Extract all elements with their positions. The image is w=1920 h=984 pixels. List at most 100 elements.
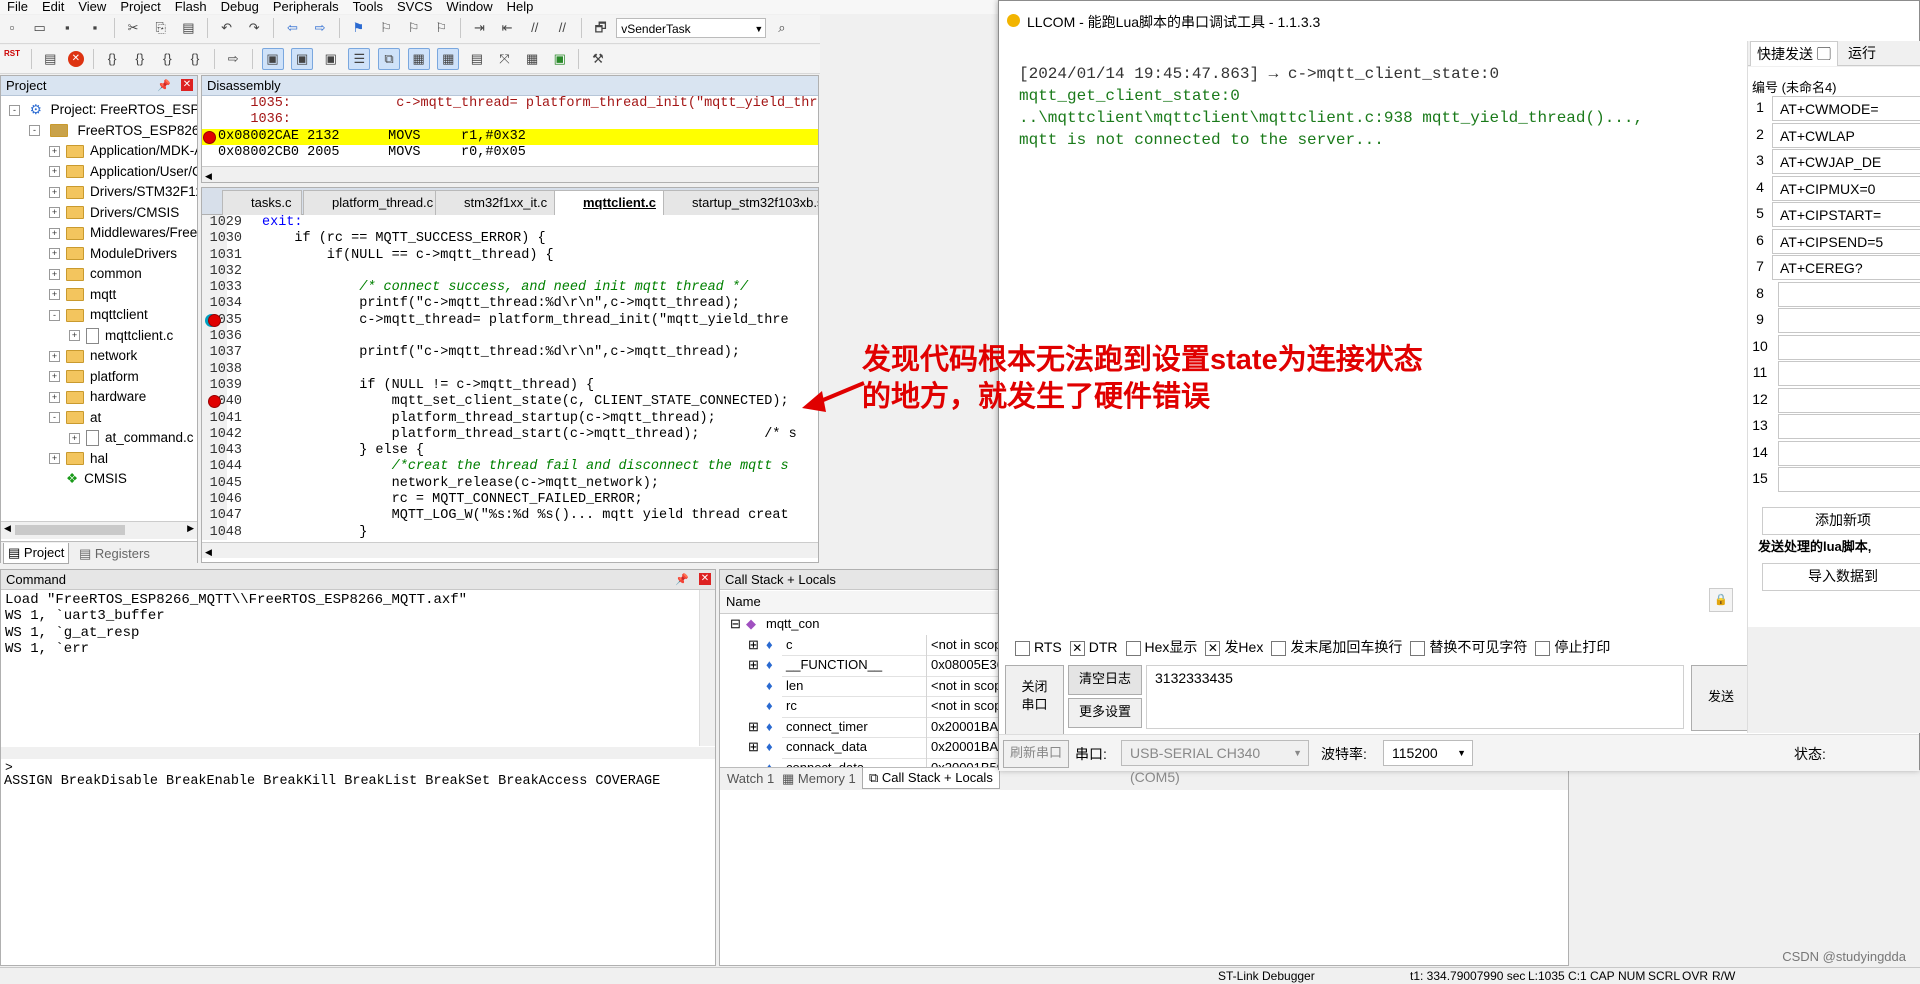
quick-send-item[interactable]: 9 xyxy=(1748,307,1920,334)
tree-item[interactable]: + hardware xyxy=(1,387,197,408)
tree-item[interactable]: + at_command.c xyxy=(1,428,197,449)
expand-icon[interactable]: ⊞ xyxy=(748,655,759,676)
tree-target[interactable]: - FreeRTOS_ESP8266_MQT xyxy=(1,121,197,142)
tree-item[interactable]: + common xyxy=(1,264,197,285)
tree-item[interactable]: + Drivers/STM32F1xx_ xyxy=(1,182,197,203)
bookmark-icon[interactable]: ⚑ xyxy=(348,18,368,38)
expand-icon[interactable]: + xyxy=(49,227,60,239)
tree-item[interactable]: + Middlewares/FreeR xyxy=(1,223,197,244)
quick-command[interactable] xyxy=(1778,334,1920,360)
tab-watch1[interactable]: Watch 1 xyxy=(727,771,774,786)
unindent-icon[interactable]: ⇤ xyxy=(497,18,517,38)
command-vscrollbar[interactable] xyxy=(699,590,715,746)
menu-svcs[interactable]: SVCS xyxy=(397,0,432,14)
nav-back-icon[interactable]: ⇦ xyxy=(283,18,303,38)
comment-icon[interactable]: // xyxy=(525,18,545,38)
command-window-icon[interactable]: ▣ xyxy=(261,48,284,70)
tab-callstack-locals[interactable]: ⧉ Call Stack + Locals xyxy=(862,768,1000,789)
run-icon[interactable]: ▤ xyxy=(40,49,60,69)
stop-icon[interactable]: ✕ xyxy=(67,51,84,67)
import-button[interactable]: 导入数据到 xyxy=(1762,563,1920,591)
project-hscrollbar[interactable]: ◀ ▶ xyxy=(1,521,197,539)
quick-command[interactable]: AT+CIPSEND=5 xyxy=(1772,228,1920,254)
quick-command[interactable]: AT+CIPSTART= xyxy=(1772,202,1920,227)
close-port-button[interactable]: 关闭 串口 xyxy=(1005,665,1064,743)
quick-send-item[interactable]: 6 AT+CIPSEND=5 xyxy=(1748,228,1920,255)
tree-item[interactable]: + ModuleDrivers xyxy=(1,244,197,265)
quick-send-item[interactable]: 1 AT+CWMODE= xyxy=(1748,95,1920,122)
tab-platform-thread-c[interactable]: platform_thread.c xyxy=(303,190,445,215)
code-line[interactable]: 1030 if (rc == MQTT_SUCCESS_ERROR) { xyxy=(202,231,818,247)
save-all-icon[interactable]: ▪ xyxy=(85,18,105,38)
expand-icon[interactable]: + xyxy=(49,145,60,157)
reset-icon[interactable]: RST xyxy=(2,49,22,69)
tab-stm32f1xx-it-c[interactable]: stm32f1xx_it.c xyxy=(435,190,559,215)
expand-icon[interactable]: + xyxy=(49,248,60,260)
code-line[interactable]: 1045 network_release(c->mqtt_network); xyxy=(202,476,818,492)
open-file-icon[interactable]: ▭ xyxy=(30,18,50,38)
disassembly-window-icon[interactable]: ▣ xyxy=(291,48,314,70)
bookmark-next-icon[interactable]: ⚐ xyxy=(404,18,424,38)
unchecked-icon[interactable] xyxy=(1410,640,1426,656)
quick-send-item[interactable]: 15 xyxy=(1748,466,1920,493)
quick-send-item[interactable]: 7 AT+CEREG? xyxy=(1748,254,1920,281)
tab-startup-stm32f103xb-s[interactable]: startup_stm32f103xb.s xyxy=(663,190,818,215)
send-button[interactable]: 发送 xyxy=(1691,665,1751,731)
code-line[interactable]: 1048 } xyxy=(202,525,818,540)
quick-send-item[interactable]: 11 xyxy=(1748,360,1920,387)
tree-item[interactable]: ❖ CMSIS xyxy=(1,469,197,490)
trace-window-icon[interactable]: ▦ xyxy=(522,49,542,69)
expand-icon[interactable]: ⊞ xyxy=(748,737,759,758)
paste-icon[interactable]: ▤ xyxy=(178,18,198,38)
expand-icon[interactable]: + xyxy=(49,186,60,198)
disassembly-line[interactable]: 0x08002CB0 2005 MOVS r0,#0x05 xyxy=(202,145,818,161)
quick-command[interactable] xyxy=(1778,281,1920,307)
tools-icon[interactable]: ⚒ xyxy=(588,49,608,69)
uncomment-icon[interactable]: // xyxy=(552,18,572,38)
unchecked-icon[interactable] xyxy=(1015,640,1030,656)
menu-edit[interactable]: Edit xyxy=(42,0,64,14)
quick-send-item[interactable]: 13 xyxy=(1748,413,1920,440)
quick-command[interactable] xyxy=(1778,414,1920,439)
expand-icon[interactable]: + xyxy=(69,432,80,444)
code-line[interactable]: 1042 platform_thread_start(c->mqtt_threa… xyxy=(202,427,818,443)
menu-tools[interactable]: Tools xyxy=(353,0,383,14)
collapse-icon[interactable]: ⊟ xyxy=(730,614,741,635)
tab-mqttclient-c[interactable]: mqttclient.c xyxy=(554,190,667,215)
option-checkbox[interactable]: 发末尾加回车换行 xyxy=(1271,639,1402,656)
current-line-breakpoint-icon[interactable] xyxy=(208,313,221,327)
quick-command[interactable]: AT+CWLAP xyxy=(1772,122,1920,148)
collapse-icon[interactable]: - xyxy=(49,309,60,321)
quick-send-item[interactable]: 3 AT+CWJAP_DE xyxy=(1748,148,1920,175)
code-line[interactable]: 1034 printf("c->mqtt_thread:%d\r\n",c->m… xyxy=(202,296,818,312)
quick-send-item[interactable]: 8 xyxy=(1748,281,1920,308)
copy-icon[interactable]: ⎘ xyxy=(151,18,171,38)
tab-run[interactable]: 运行 xyxy=(1848,43,1876,63)
code-line[interactable]: 1035 c->mqtt_thread= platform_thread_ini… xyxy=(202,313,818,329)
menu-project[interactable]: Project xyxy=(120,0,160,14)
clear-log-button[interactable]: 清空日志 xyxy=(1068,665,1142,695)
menu-flash[interactable]: Flash xyxy=(175,0,207,14)
code-line[interactable]: 1036 xyxy=(202,329,818,345)
checked-icon[interactable]: ✕ xyxy=(1069,640,1085,656)
send-textbox[interactable]: 3132333435 xyxy=(1146,665,1684,729)
quick-send-item[interactable]: 2 AT+CWLAP xyxy=(1748,122,1920,149)
close-icon[interactable]: ✕ xyxy=(181,79,193,91)
tab-project[interactable]: ▤ Project xyxy=(3,543,70,564)
code-line[interactable]: 1038 xyxy=(202,362,818,378)
disassembly-line[interactable]: 0x08002CAE 2132 MOVS r1,#0x32 xyxy=(202,128,818,145)
option-checkbox[interactable]: RTS xyxy=(1015,639,1062,656)
checked-icon[interactable]: ✕ xyxy=(1205,640,1221,656)
tree-root[interactable]: - ⚙ Project: FreeRTOS_ESP8266_ xyxy=(1,100,197,121)
menu-view[interactable]: View xyxy=(78,0,106,14)
registers-window-icon[interactable]: ☰ xyxy=(348,48,371,70)
quick-send-item[interactable]: 12 xyxy=(1748,387,1920,414)
code-line[interactable]: 1043 } else { xyxy=(202,443,818,459)
quick-send-item[interactable]: 4 AT+CIPMUX=0 xyxy=(1748,175,1920,202)
menu-peripherals[interactable]: Peripherals xyxy=(273,0,339,14)
tree-item[interactable]: + hal xyxy=(1,449,197,470)
expand-icon[interactable]: + xyxy=(49,166,60,178)
expand-icon[interactable]: ⊞ xyxy=(748,635,759,656)
menu-file[interactable]: File xyxy=(7,0,28,14)
quick-command[interactable] xyxy=(1778,467,1920,492)
